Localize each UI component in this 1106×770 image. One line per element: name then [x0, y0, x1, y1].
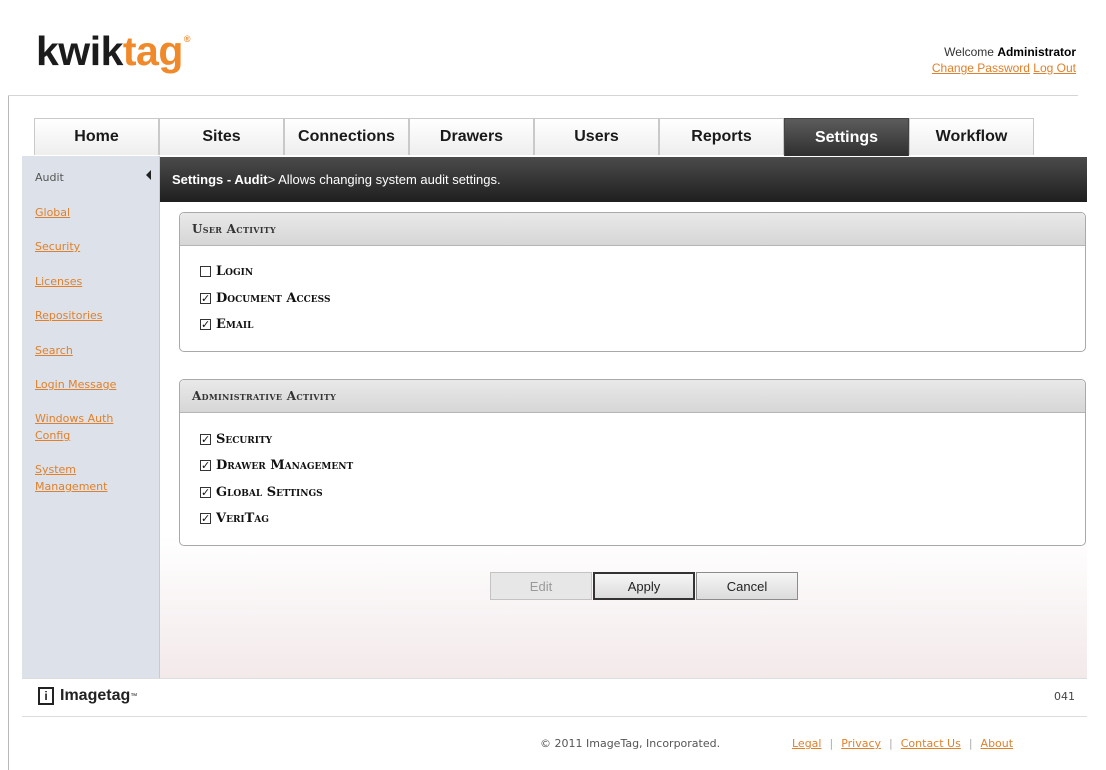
user-name: Administrator: [997, 45, 1076, 59]
welcome-area: Welcome Administrator Change Password Lo…: [932, 44, 1076, 76]
tab-connections[interactable]: Connections: [284, 118, 409, 155]
sidebar-item-global[interactable]: Global: [35, 204, 145, 221]
veritag-checkbox-row[interactable]: ✓ VeriTag: [200, 511, 269, 526]
frame-left-border: [8, 95, 9, 770]
main-tabs: Home Sites Connections Drawers Users Rep…: [34, 118, 1034, 156]
sidebar-item-login-message[interactable]: Login Message: [35, 376, 145, 393]
sidebar-item-windows-auth-config[interactable]: Windows Auth Config: [35, 410, 130, 444]
logout-link[interactable]: Log Out: [1033, 61, 1076, 75]
tab-users[interactable]: Users: [534, 118, 659, 155]
veritag-checkbox[interactable]: ✓: [200, 513, 211, 524]
admin-activity-title: Administrative Activity: [180, 380, 1085, 413]
security-label: Security: [216, 432, 273, 447]
drawer-management-label: Drawer Management: [216, 458, 354, 473]
footer-separator: |: [829, 737, 834, 750]
tab-drawers[interactable]: Drawers: [409, 118, 534, 155]
login-label: Login: [216, 264, 254, 279]
collapse-arrow-icon[interactable]: [146, 170, 151, 180]
page-title-bar: Settings - Audit > Allows changing syste…: [160, 157, 1087, 202]
apply-button[interactable]: Apply: [593, 572, 695, 600]
page-description: > Allows changing system audit settings.: [267, 172, 501, 187]
edit-button[interactable]: Edit: [490, 572, 592, 600]
imagetag-icon: i: [38, 687, 54, 705]
welcome-text: Welcome: [944, 45, 994, 59]
global-settings-checkbox[interactable]: ✓: [200, 487, 211, 498]
drawer-management-checkbox[interactable]: ✓: [200, 460, 211, 471]
document-access-checkbox[interactable]: ✓: [200, 293, 211, 304]
email-checkbox[interactable]: ✓: [200, 319, 211, 330]
about-link[interactable]: About: [981, 737, 1014, 750]
sidebar-item-repositories[interactable]: Repositories: [35, 307, 145, 324]
imagetag-logo: i Imagetag ™: [38, 687, 137, 705]
email-label: Email: [216, 317, 254, 332]
contact-us-link[interactable]: Contact Us: [901, 737, 961, 750]
sidebar-item-licenses[interactable]: Licenses: [35, 273, 145, 290]
footer-links: Legal | Privacy | Contact Us | About: [792, 737, 1013, 750]
document-access-checkbox-row[interactable]: ✓ Document Access: [200, 291, 330, 306]
tab-settings[interactable]: Settings: [784, 118, 909, 156]
sidebar-current-item: Audit: [35, 171, 64, 184]
admin-activity-panel: Administrative Activity ✓ Security ✓ Drawe…: [179, 379, 1086, 546]
login-checkbox[interactable]: [200, 266, 211, 277]
tab-workflow[interactable]: Workflow: [909, 118, 1034, 155]
user-activity-panel: User Activity Login ✓ Document Access ✓ Em…: [179, 212, 1086, 352]
tab-reports[interactable]: Reports: [659, 118, 784, 155]
tab-home[interactable]: Home: [34, 118, 159, 155]
tab-sites[interactable]: Sites: [159, 118, 284, 155]
copyright-text: © 2011 ImageTag, Incorporated.: [540, 737, 721, 750]
drawer-management-checkbox-row[interactable]: ✓ Drawer Management: [200, 458, 353, 473]
privacy-link[interactable]: Privacy: [841, 737, 881, 750]
sidebar-item-search[interactable]: Search: [35, 342, 145, 359]
legal-link[interactable]: Legal: [792, 737, 821, 750]
user-activity-title: User Activity: [180, 213, 1085, 246]
footer-bar: i Imagetag ™ 041: [22, 678, 1087, 717]
sidebar-item-system-management[interactable]: System Management: [35, 461, 130, 495]
header-divider: [8, 95, 1078, 96]
page-title: Settings - Audit: [172, 172, 268, 187]
main-content: User Activity Login ✓ Document Access ✓ Em…: [160, 202, 1087, 678]
global-settings-label: Global Settings: [216, 485, 323, 500]
settings-sidebar: Audit Global Security Licenses Repositor…: [22, 156, 160, 678]
sidebar-item-security[interactable]: Security: [35, 238, 145, 255]
cancel-button[interactable]: Cancel: [696, 572, 798, 600]
security-checkbox-row[interactable]: ✓ Security: [200, 432, 272, 447]
login-checkbox-row[interactable]: Login: [200, 264, 253, 279]
footer-separator: |: [889, 737, 893, 750]
security-checkbox[interactable]: ✓: [200, 434, 211, 445]
footer-separator: |: [968, 737, 973, 750]
veritag-label: VeriTag: [216, 511, 269, 526]
kwiktag-logo: kwiktag®: [36, 28, 191, 74]
email-checkbox-row[interactable]: ✓ Email: [200, 317, 253, 332]
document-access-label: Document Access: [216, 291, 331, 306]
global-settings-checkbox-row[interactable]: ✓ Global Settings: [200, 485, 323, 500]
change-password-link[interactable]: Change Password: [932, 61, 1030, 75]
page-code: 041: [1054, 690, 1075, 703]
